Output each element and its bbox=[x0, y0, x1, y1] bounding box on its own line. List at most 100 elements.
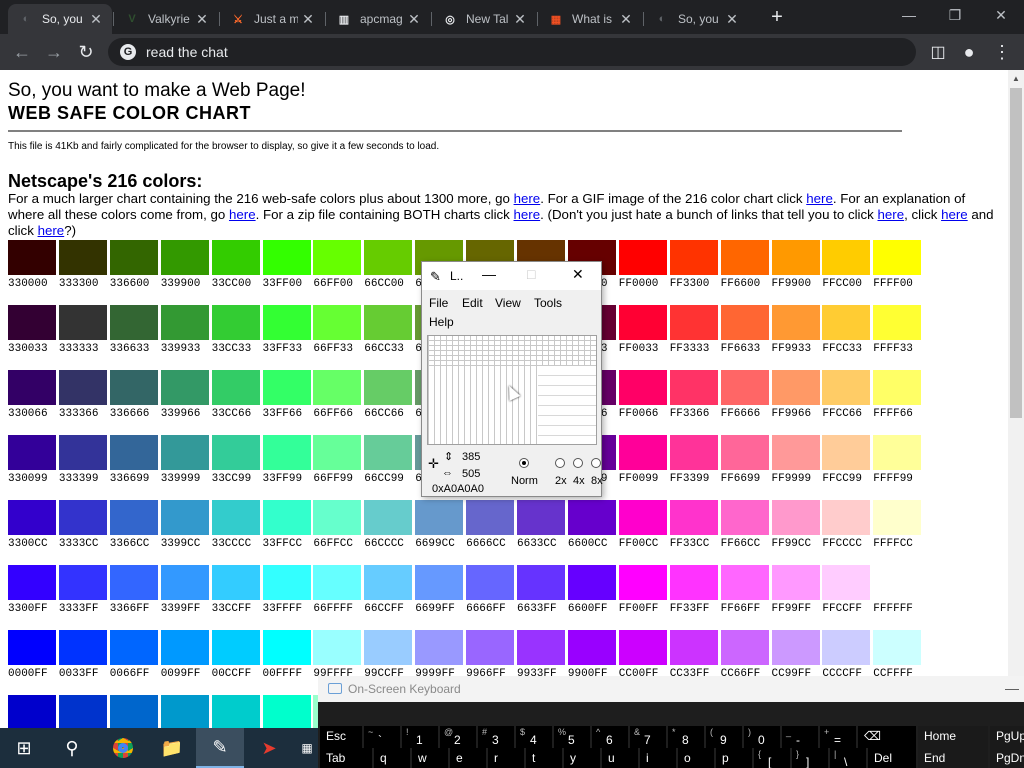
close-tab-icon[interactable]: ✕ bbox=[192, 11, 212, 28]
key[interactable]: t bbox=[526, 748, 562, 768]
key[interactable]: q bbox=[374, 748, 410, 768]
link-here-1[interactable]: here bbox=[514, 191, 541, 206]
close-window-button[interactable]: ✕ bbox=[978, 0, 1024, 30]
minimize-icon[interactable]: — bbox=[482, 266, 496, 282]
side-panel-icon[interactable]: ◫ bbox=[926, 40, 950, 64]
zoom-norm-radio[interactable] bbox=[519, 458, 529, 468]
app-icon[interactable]: ▦ bbox=[296, 728, 318, 768]
zoom-4x-radio[interactable] bbox=[573, 458, 583, 468]
file-explorer-icon[interactable]: 📁 bbox=[148, 728, 196, 768]
color-swatch bbox=[618, 565, 667, 600]
tab-4[interactable]: ▥ apcmag ✕ bbox=[326, 4, 430, 34]
key[interactable]: (9 bbox=[706, 726, 742, 748]
scroll-thumb[interactable] bbox=[1010, 88, 1022, 418]
key[interactable]: Esc bbox=[320, 726, 362, 748]
close-tab-icon[interactable]: ✕ bbox=[298, 11, 318, 28]
scroll-up-icon[interactable]: ▲ bbox=[1012, 74, 1020, 83]
color-swatch bbox=[720, 500, 769, 535]
key[interactable]: r bbox=[488, 748, 524, 768]
menu-tools[interactable]: Tools bbox=[534, 296, 562, 310]
key[interactable]: $4 bbox=[516, 726, 552, 748]
key[interactable]: i bbox=[640, 748, 676, 768]
key[interactable]: ^ 6 bbox=[592, 726, 628, 748]
tab-6[interactable]: ▦ What is ✕ bbox=[538, 4, 642, 34]
forward-icon[interactable]: → bbox=[42, 40, 66, 64]
menu-edit[interactable]: Edit bbox=[462, 296, 483, 310]
key[interactable]: & 7 bbox=[630, 726, 666, 748]
color-code: FFCC33 bbox=[822, 343, 862, 355]
key[interactable]: #3 bbox=[478, 726, 514, 748]
link-here-7[interactable]: here bbox=[38, 223, 65, 238]
tab-7[interactable]: ◐ So, you ✕ bbox=[644, 4, 748, 34]
key[interactable]: }] bbox=[792, 748, 828, 768]
key[interactable]: PgUp bbox=[990, 726, 1024, 748]
key[interactable]: ~ ` bbox=[364, 726, 400, 748]
tab-2[interactable]: V Valkyrie ✕ bbox=[114, 4, 218, 34]
close-tab-icon[interactable]: ✕ bbox=[86, 11, 106, 28]
close-tab-icon[interactable]: ✕ bbox=[510, 11, 530, 28]
osk-titlebar[interactable]: On-Screen Keyboard — bbox=[318, 676, 1024, 702]
key[interactable]: * 8 bbox=[668, 726, 704, 748]
link-here-3[interactable]: here bbox=[229, 207, 256, 222]
minimize-button[interactable]: — bbox=[886, 0, 932, 30]
link-here-4[interactable]: here bbox=[514, 207, 541, 222]
magnifier-app-icon[interactable]: ✎ bbox=[196, 728, 244, 768]
color-code: 3399FF bbox=[160, 603, 201, 615]
color-code: FFCCCC bbox=[822, 538, 862, 550]
zoom-8x-radio[interactable] bbox=[591, 458, 601, 468]
tab-3[interactable]: ⚔ Just a m ✕ bbox=[220, 4, 324, 34]
key[interactable]: Tab bbox=[320, 748, 372, 768]
key-label: = bbox=[834, 733, 842, 747]
key[interactable]: PgDn bbox=[990, 748, 1024, 768]
key[interactable]: @2 bbox=[440, 726, 476, 748]
magnifier-titlebar[interactable]: ✎ L.. — □ ✕ bbox=[422, 262, 601, 290]
tab-1[interactable]: ◐ So, you ✕ bbox=[8, 4, 112, 34]
menu-help[interactable]: Help bbox=[429, 315, 454, 329]
key[interactable]: ! 1 bbox=[402, 726, 438, 748]
color-swatch bbox=[618, 630, 667, 665]
page-scrollbar[interactable]: ▲ bbox=[1008, 70, 1024, 728]
minimize-icon[interactable]: — bbox=[1000, 676, 1024, 702]
key[interactable]: + = bbox=[820, 726, 856, 748]
address-bar[interactable]: G read the chat bbox=[108, 38, 916, 66]
reload-icon[interactable]: ↻ bbox=[74, 40, 98, 64]
menu-kebab-icon[interactable]: ⋮ bbox=[990, 40, 1014, 64]
key[interactable]: ) 0 bbox=[744, 726, 780, 748]
key[interactable]: u bbox=[602, 748, 638, 768]
chrome-icon[interactable] bbox=[99, 728, 147, 768]
menu-file[interactable]: File bbox=[429, 296, 448, 310]
key[interactable]: | \ bbox=[830, 748, 866, 768]
link-here-5[interactable]: here bbox=[878, 207, 905, 222]
key[interactable]: Del bbox=[868, 748, 916, 768]
key[interactable]: e bbox=[450, 748, 486, 768]
close-tab-icon[interactable]: ✕ bbox=[616, 11, 636, 28]
color-swatch bbox=[364, 500, 413, 535]
key[interactable]: o bbox=[678, 748, 714, 768]
key[interactable]: End bbox=[918, 748, 988, 768]
back-icon[interactable]: ← bbox=[10, 40, 34, 64]
key[interactable]: {[ bbox=[754, 748, 790, 768]
profile-icon[interactable]: ● bbox=[957, 40, 981, 64]
link-here-6[interactable]: here bbox=[941, 207, 968, 222]
key[interactable]: ⌫ bbox=[858, 726, 916, 748]
close-tab-icon[interactable]: ✕ bbox=[404, 11, 424, 28]
new-tab-button[interactable]: + bbox=[766, 7, 788, 29]
key[interactable]: Home bbox=[918, 726, 988, 748]
key[interactable]: % 5 bbox=[554, 726, 590, 748]
color-code: FFFFFF bbox=[873, 603, 913, 615]
close-tab-icon[interactable]: ✕ bbox=[722, 11, 742, 28]
search-icon[interactable]: ⚲ bbox=[48, 728, 96, 768]
close-icon[interactable]: ✕ bbox=[572, 266, 584, 283]
key[interactable]: w bbox=[412, 748, 448, 768]
tab-5[interactable]: ◎ New Tal ✕ bbox=[432, 4, 536, 34]
windows-start-icon[interactable]: ⊞ bbox=[0, 728, 48, 768]
restore-button[interactable]: ❐ bbox=[932, 0, 978, 30]
zoom-2x-radio[interactable] bbox=[555, 458, 565, 468]
key[interactable]: _ - bbox=[782, 726, 818, 748]
rocket-app-icon[interactable]: ➤ bbox=[245, 728, 293, 768]
key[interactable]: p bbox=[716, 748, 752, 768]
menu-view[interactable]: View bbox=[495, 296, 521, 310]
key[interactable]: y bbox=[564, 748, 600, 768]
color-code: 3333CC bbox=[58, 538, 99, 550]
link-here-2[interactable]: here bbox=[806, 191, 833, 206]
